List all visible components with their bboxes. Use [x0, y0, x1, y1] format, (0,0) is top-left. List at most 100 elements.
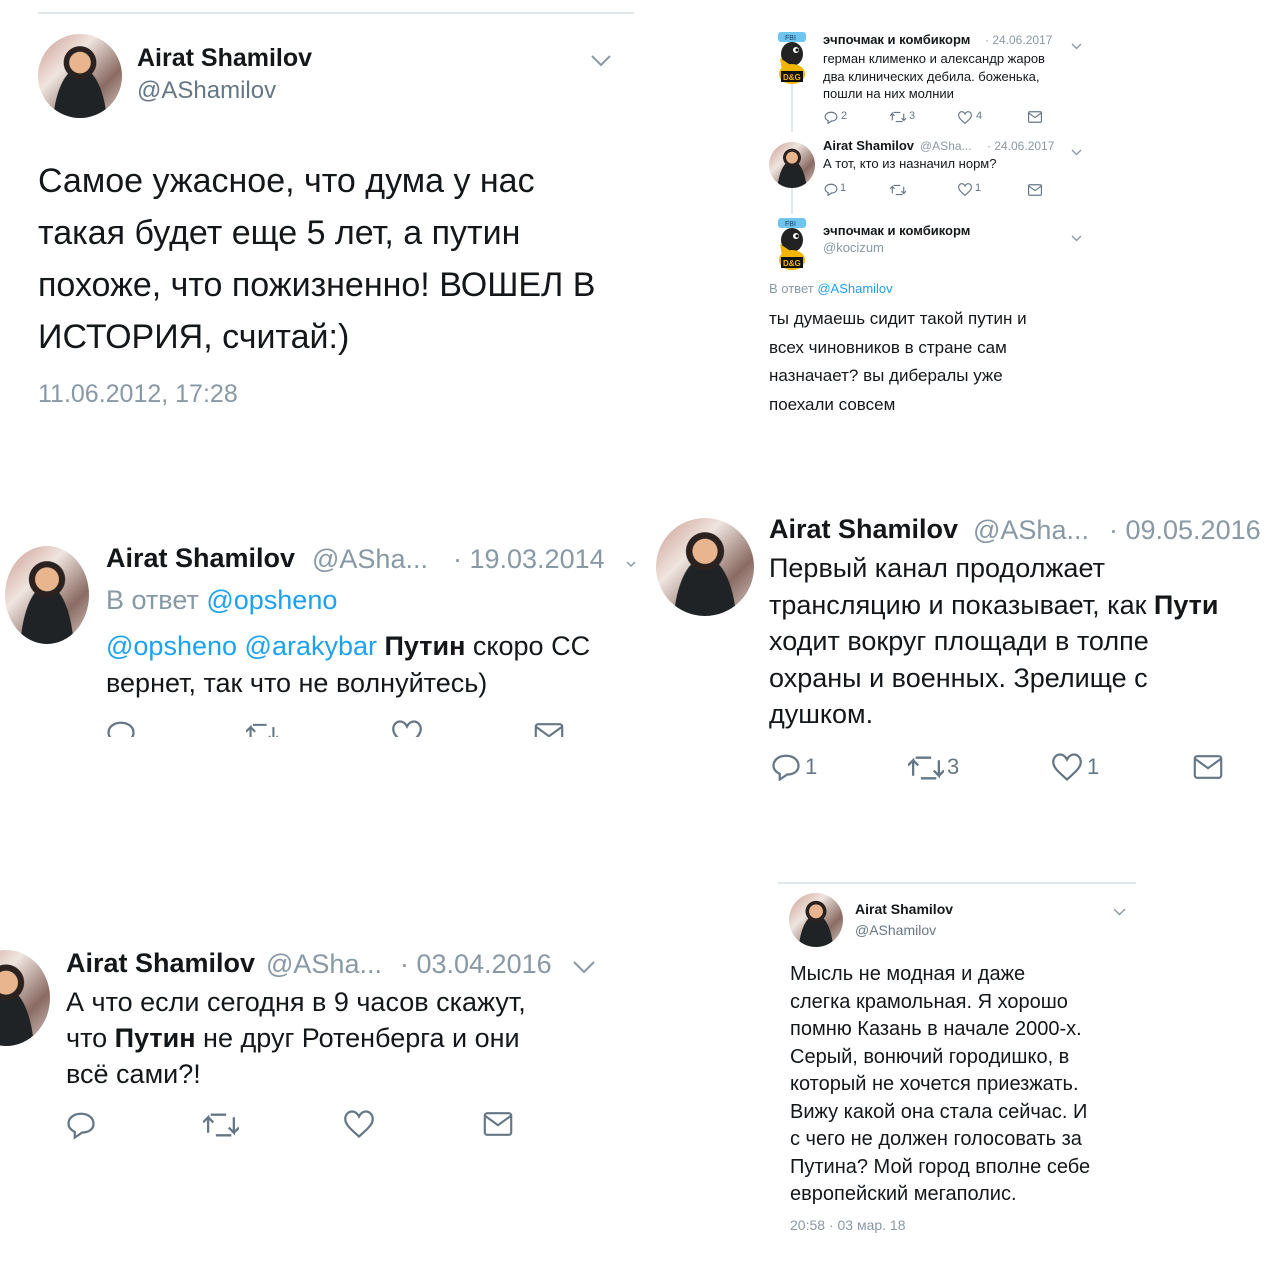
message-icon[interactable] [483, 1112, 513, 1136]
retweet-icon[interactable] [890, 111, 906, 123]
tweet-text: А что если сегодня в 9 часов скажут, что… [66, 984, 526, 1092]
chevron-down-icon[interactable] [1113, 903, 1126, 921]
author-handle[interactable]: @kocizum [823, 240, 884, 255]
avatar[interactable] [5, 546, 89, 644]
tweet-text: Самое ужасное, что дума у нас такая буде… [38, 162, 596, 356]
chevron-down-icon[interactable] [1071, 229, 1082, 247]
reply-icon[interactable] [106, 720, 136, 737]
tweet-line: охраны и военных. Зрелище с [769, 662, 1148, 693]
author-name[interactable]: эчпочмак и комбикорм [823, 223, 970, 238]
message-icon[interactable] [1028, 111, 1042, 123]
highlighted-word: Путин [384, 631, 466, 661]
tweet-line: трансляцию и показывает, как Пути [769, 587, 1280, 624]
tweet-text-fragment: что [66, 1023, 115, 1053]
tweet-line: всё сами?! [66, 1059, 201, 1089]
reply-mention-link[interactable]: @opsheno [206, 585, 337, 615]
divider [778, 882, 1136, 884]
message-icon[interactable] [534, 723, 564, 737]
author-handle[interactable]: @AShamilov [855, 922, 936, 938]
avatar[interactable]: FBI D&G [772, 30, 812, 88]
action-bar [100, 720, 580, 737]
reply-mention-link[interactable]: @AShamilov [817, 281, 892, 296]
tweet-timestamp[interactable]: 11.06.2012, 17:28 [38, 380, 238, 409]
svg-text:FBI: FBI [785, 221, 796, 228]
like-count: 4 [976, 110, 983, 122]
avatar[interactable] [0, 950, 50, 1046]
author-name[interactable]: Airat Shamilov [823, 138, 914, 153]
thread-line [791, 188, 793, 214]
chevron-down-icon[interactable] [572, 960, 596, 979]
like-icon[interactable] [392, 720, 422, 737]
svg-text:D&G: D&G [783, 259, 801, 268]
retweet-icon[interactable] [246, 722, 278, 737]
divider [38, 12, 634, 14]
tweet-date[interactable]: · 19.03.2014 [453, 544, 605, 575]
reply-icon[interactable] [824, 111, 838, 124]
retweet-icon[interactable] [203, 1112, 239, 1138]
tweet-text: @opsheno @arakybar Путин скоро СС вернет… [106, 628, 636, 702]
author-name[interactable]: Airat Shamilov [137, 44, 312, 73]
tweet-text: Первый канал продолжает трансляцию и пок… [769, 550, 1280, 733]
like-icon[interactable] [1052, 753, 1082, 781]
author-name[interactable]: Airat Shamilov [106, 543, 295, 574]
reply-count: 2 [841, 110, 848, 122]
reply-icon[interactable] [66, 1110, 96, 1140]
chevron-down-icon[interactable] [626, 556, 636, 574]
tweet-text-fragment: трансляцию и показывает, как [769, 589, 1154, 620]
avatar[interactable] [656, 518, 754, 616]
svg-text:D&G: D&G [783, 73, 801, 82]
retweet-icon[interactable] [890, 184, 906, 196]
svg-text:FBI: FBI [785, 35, 796, 42]
tweet-text: Мысль не модная и даже слегка крамольная… [790, 963, 1091, 1205]
chevron-down-icon[interactable] [1071, 37, 1082, 55]
tweet-timestamp[interactable]: 20:58 · 03 мар. 18 [790, 1217, 906, 1233]
author-handle[interactable]: @AShamilov [137, 77, 276, 105]
like-icon[interactable] [344, 1110, 374, 1138]
reply-icon[interactable] [771, 753, 801, 781]
tweet-line: душком. [769, 699, 874, 729]
tweet-text-fragment: вернет, так что не волнуйтесь) [106, 668, 488, 698]
tweet-date[interactable]: · 09.05.2016 [1109, 515, 1261, 546]
mention-link[interactable]: @opsheno [106, 631, 237, 661]
author-handle[interactable]: @ASha... [266, 949, 382, 980]
author-name[interactable]: эчпочмак и комбикорм [823, 32, 970, 47]
reply-icon[interactable] [824, 183, 838, 196]
tweet-text-fragment: скоро СС [465, 631, 591, 661]
reply-prefix: В ответ [769, 281, 814, 296]
tweet-text: А тот, кто из назначил норм? [823, 156, 997, 171]
avatar[interactable]: FBI D&G [772, 216, 812, 274]
retweet-icon[interactable] [908, 755, 944, 781]
tweet-date[interactable]: · 03.04.2016 [400, 949, 552, 980]
like-count: 1 [975, 182, 982, 194]
like-icon[interactable] [958, 111, 972, 124]
avatar[interactable] [38, 34, 122, 118]
chevron-down-icon[interactable] [1071, 143, 1082, 161]
avatar[interactable] [769, 142, 815, 188]
reply-prefix: В ответ [106, 585, 199, 615]
like-count: 1 [1087, 754, 1100, 779]
like-icon[interactable] [958, 183, 972, 196]
reply-context: В ответ @opsheno [106, 585, 337, 616]
chevron-down-icon[interactable] [590, 54, 612, 73]
author-name[interactable]: Airat Shamilov [66, 948, 255, 979]
retweet-count: 3 [947, 754, 960, 779]
avatar[interactable] [789, 893, 843, 947]
author-name[interactable]: Airat Shamilov [855, 901, 953, 917]
tweet-date[interactable]: · 24.06.2017 [987, 139, 1054, 153]
tweet-line: А что если сегодня в 9 часов скажут, [66, 987, 526, 1017]
tweet-text: герман клименко и александр жаров два кл… [823, 51, 1045, 101]
retweet-count: 3 [909, 110, 916, 122]
reply-context: В ответ @AShamilov [769, 281, 893, 296]
message-icon[interactable] [1193, 755, 1223, 779]
tweet-text: ты думаешь сидит такой путин и всех чино… [769, 309, 1027, 414]
mention-link[interactable]: @arakybar [245, 631, 377, 661]
tweet-date[interactable]: · 24.06.2017 [985, 33, 1052, 47]
author-handle[interactable]: @ASha... [920, 139, 972, 153]
author-name[interactable]: Airat Shamilov [769, 514, 958, 545]
message-icon[interactable] [1028, 184, 1042, 196]
author-handle[interactable]: @ASha... [312, 544, 428, 575]
reply-count: 1 [805, 754, 818, 779]
reply-count: 1 [840, 182, 847, 194]
author-handle[interactable]: @ASha... [973, 515, 1089, 546]
tweet-line: что Путин не друг Ротенберга и они [66, 1020, 526, 1056]
